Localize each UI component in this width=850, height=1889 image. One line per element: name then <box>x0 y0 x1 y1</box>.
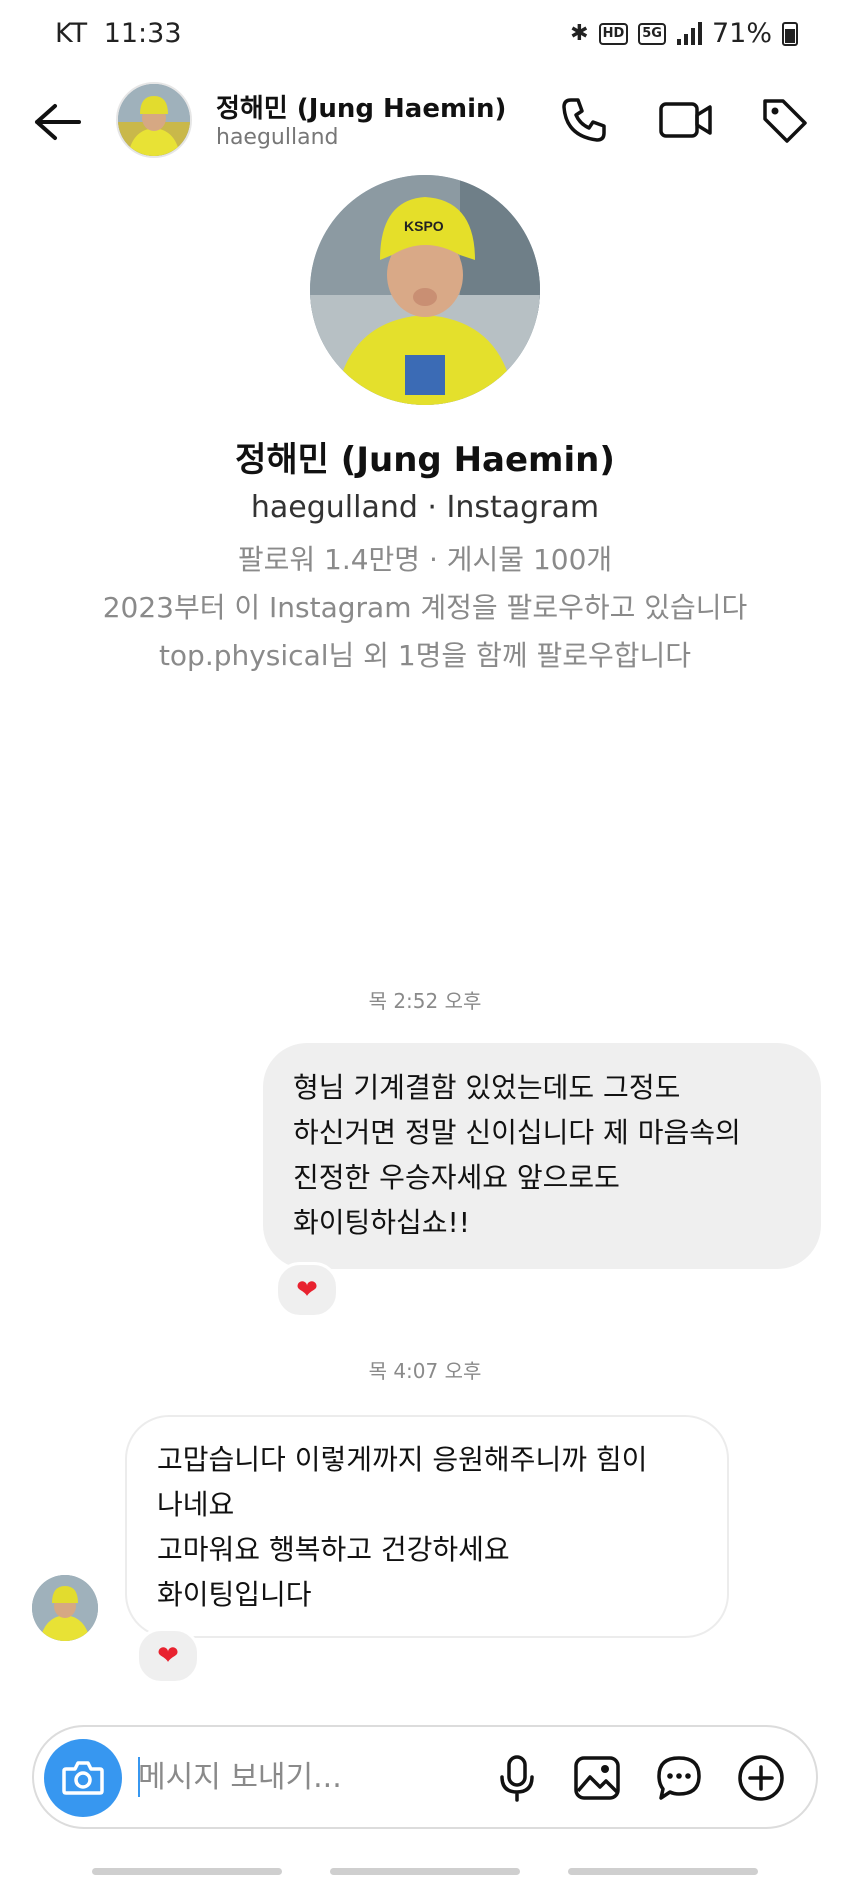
profile-stats: 팔로워 1.4만명 · 게시물 100개 <box>237 543 613 576</box>
chat-header: 정해민 (Jung Haemin) haegulland <box>0 70 850 170</box>
message-timestamp: 목 2:52 오후 <box>368 989 482 1013</box>
heart-reaction[interactable]: ❤ <box>136 1628 200 1684</box>
camera-button[interactable] <box>44 1739 122 1817</box>
carrier-label: KT <box>55 18 88 49</box>
message-line: 고맙습니다 이렇게까지 응원해주니까 힘이 <box>157 1443 648 1476</box>
nav-home-button[interactable] <box>330 1868 520 1875</box>
back-arrow-icon[interactable] <box>28 92 88 152</box>
message-composer <box>32 1725 818 1829</box>
profile-name: 정해민 (Jung Haemin) <box>235 440 615 480</box>
heart-reaction[interactable]: ❤ <box>275 1262 339 1318</box>
header-username[interactable]: haegulland <box>216 125 338 150</box>
message-line: 진정한 우승자세요 앞으로도 <box>293 1161 620 1194</box>
heart-icon: ❤ <box>157 1641 179 1671</box>
tag-icon[interactable] <box>752 88 816 152</box>
phone-icon[interactable] <box>552 88 616 152</box>
camera-icon <box>62 1761 104 1795</box>
status-bar: KT 11:33 ✱ HD 5G 71% <box>0 0 850 70</box>
network-type-icon: 5G <box>638 22 666 45</box>
sent-message-bubble[interactable]: 형님 기계결함 있었는데도 그정도 하신거면 정말 신이십니다 제 마음속의 진… <box>263 1043 821 1269</box>
sender-avatar[interactable] <box>32 1575 98 1641</box>
profile-subtitle: haegulland · Instagram <box>250 490 600 525</box>
svg-text:KSPO: KSPO <box>404 218 444 234</box>
chat-sticker-icon[interactable] <box>652 1751 706 1805</box>
mutual-followers-text[interactable]: top.physical님 외 1명을 함께 팔로우합니다 <box>0 634 850 674</box>
received-message-bubble[interactable]: 고맙습니다 이렇게까지 응원해주니까 힘이 나네요 고마워요 행복하고 건강하세… <box>125 1415 729 1638</box>
image-gallery-icon[interactable] <box>570 1751 624 1805</box>
message-line: 화이팅하십쇼!! <box>293 1206 471 1239</box>
message-line: 형님 기계결함 있었는데도 그정도 <box>293 1071 681 1104</box>
profile-photo[interactable]: KSPO <box>310 175 540 405</box>
message-input[interactable] <box>138 1752 398 1802</box>
message-line: 화이팅입니다 <box>157 1578 312 1611</box>
status-right: ✱ HD 5G 71% <box>570 18 798 49</box>
message-line: 고마워요 행복하고 건강하세요 <box>157 1533 510 1566</box>
nav-back-button[interactable] <box>568 1868 758 1875</box>
message-line: 나네요 <box>157 1488 235 1521</box>
hd-voice-icon: HD <box>598 22 629 45</box>
battery-icon <box>782 21 798 46</box>
signal-icon <box>676 21 702 45</box>
message-line: 하신거면 정말 신이십니다 제 마음속의 <box>293 1116 741 1149</box>
video-camera-icon[interactable] <box>654 88 718 152</box>
microphone-icon[interactable] <box>490 1751 544 1805</box>
bluetooth-icon: ✱ <box>570 21 589 46</box>
battery-percent: 71% <box>711 18 772 49</box>
clock: 11:33 <box>103 18 182 49</box>
header-avatar[interactable] <box>116 82 192 158</box>
header-name[interactable]: 정해민 (Jung Haemin) <box>216 88 506 125</box>
status-left: KT 11:33 <box>55 18 182 49</box>
heart-icon: ❤ <box>296 1275 318 1305</box>
follow-since-text: 2023부터 이 Instagram 계정을 팔로우하고 있습니다 <box>102 591 748 624</box>
plus-circle-icon[interactable] <box>734 1751 788 1805</box>
message-timestamp: 목 4:07 오후 <box>368 1359 482 1383</box>
nav-recent-apps-button[interactable] <box>92 1868 282 1875</box>
